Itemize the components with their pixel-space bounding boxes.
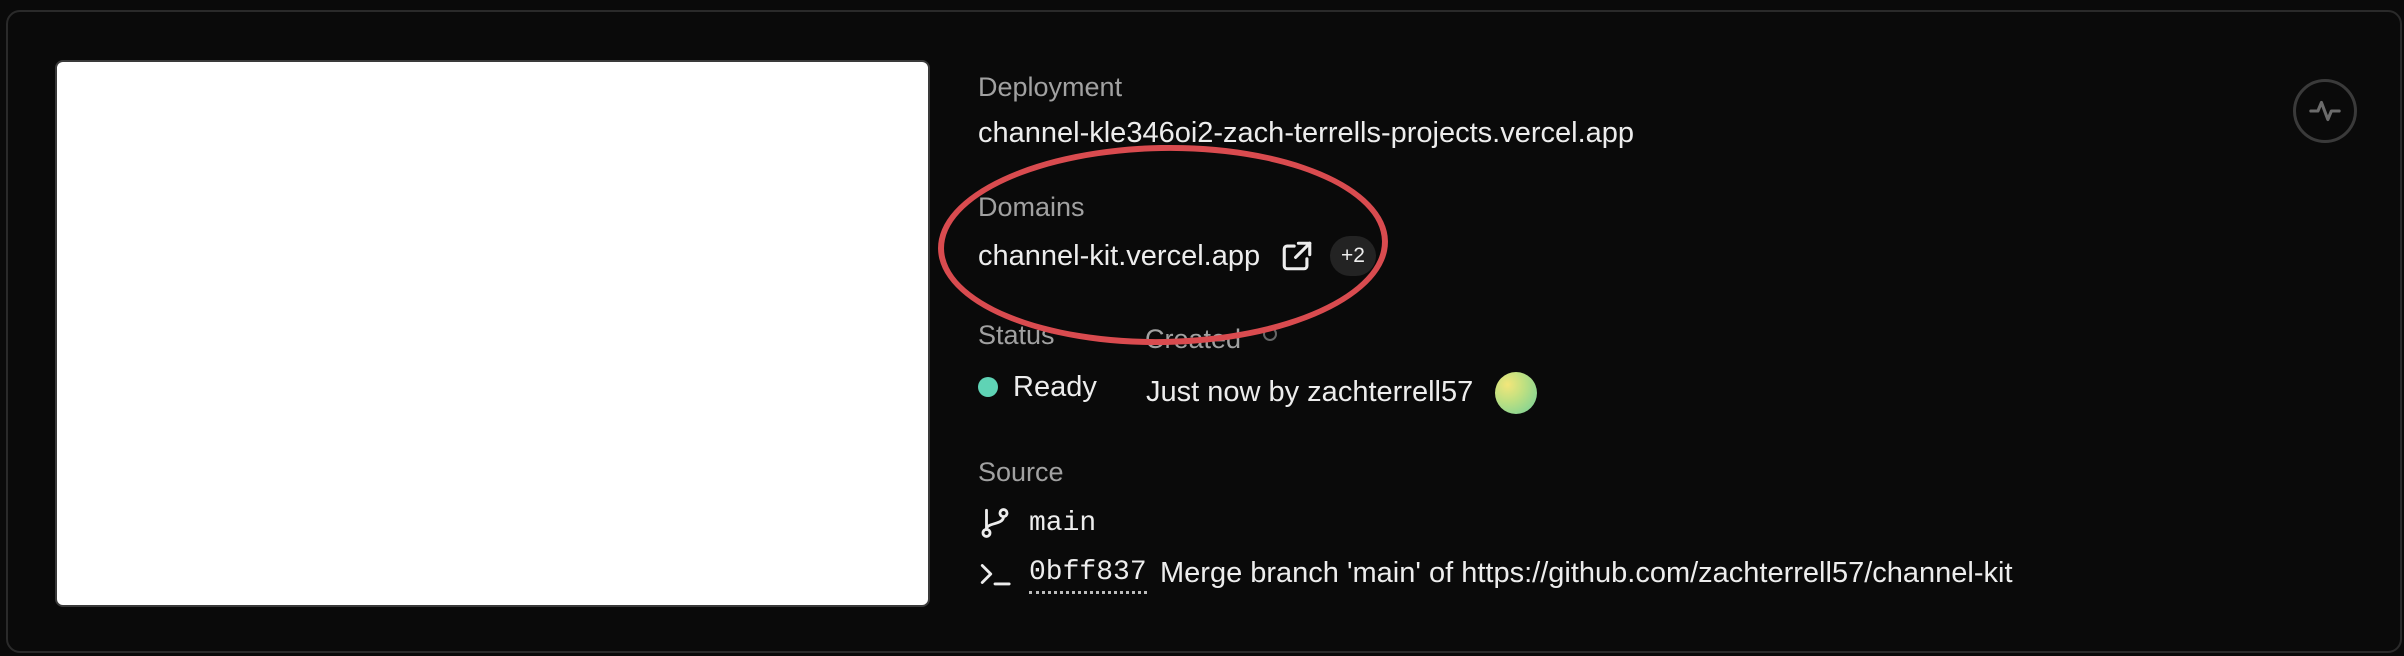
created-label: Created [1145, 324, 1242, 354]
extra-domains-badge[interactable]: +2 [1330, 236, 1376, 276]
branch-name[interactable]: main [1029, 506, 1096, 542]
commit-message[interactable]: Merge branch 'main' of https://github.co… [1160, 555, 2013, 591]
activity-icon [2309, 100, 2341, 122]
created-value: Just now by zachterrell57 [1146, 376, 1474, 408]
terminal-icon [980, 564, 1011, 586]
primary-domain-link[interactable]: channel-kit.vercel.app [978, 238, 1260, 274]
status-label: Status [978, 320, 1055, 350]
git-branch-icon [981, 508, 1009, 538]
deployment-label: Deployment [978, 72, 1123, 102]
info-icon[interactable] [1263, 327, 1277, 341]
domains-label: Domains [978, 192, 1085, 222]
status-indicator [978, 377, 998, 397]
deployment-preview[interactable] [55, 60, 930, 607]
activity-button[interactable] [2293, 79, 2357, 143]
commit-hash-link[interactable]: 0bff837 [1029, 555, 1147, 594]
source-label: Source [978, 457, 1064, 487]
status-value: Ready [1013, 371, 1097, 403]
avatar[interactable] [1495, 372, 1537, 414]
external-link-icon[interactable] [1280, 239, 1314, 273]
deployment-url[interactable]: channel-kle346oi2-zach-terrells-projects… [978, 115, 1634, 151]
